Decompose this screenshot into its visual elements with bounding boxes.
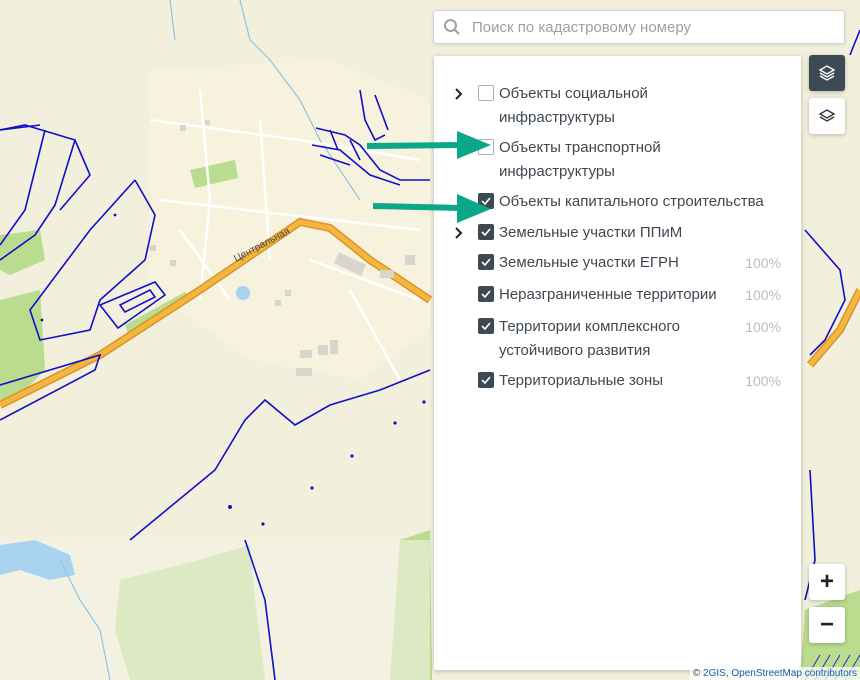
layer-checkbox[interactable]: [478, 286, 494, 302]
cadastral-search[interactable]: [433, 10, 845, 44]
layer-label: Объекты транспортной инфраструктуры: [499, 139, 661, 180]
layer-item[interactable]: Земельные участки ЕГРН 100%: [434, 251, 801, 275]
layer-item[interactable]: Объекты социальной инфраструктуры: [434, 82, 801, 130]
chevron-right-icon[interactable]: [454, 82, 478, 106]
layer-checkbox[interactable]: [478, 224, 494, 240]
layers-toggle-button[interactable]: [809, 55, 845, 91]
layer-opacity: 100%: [745, 319, 781, 335]
layer-label: Территории комплексного устойчивого разв…: [499, 318, 680, 359]
check-icon: [481, 258, 491, 266]
layer-label: Территориальные зоны: [499, 372, 664, 389]
check-icon: [481, 322, 491, 330]
attribution-link-2gis[interactable]: 2GIS: [703, 668, 726, 679]
layer-opacity: 100%: [745, 373, 781, 389]
check-icon: [481, 290, 491, 298]
layer-checkbox[interactable]: [478, 372, 494, 388]
layer-label: Земельные участки ЕГРН: [499, 254, 679, 271]
map-attribution: © 2GIS, OpenStreetMap contributors: [689, 667, 860, 680]
search-icon: [434, 10, 470, 44]
layer-checkbox[interactable]: [478, 85, 494, 101]
check-icon: [481, 228, 491, 236]
layer-label: Объекты социальной инфраструктуры: [499, 85, 648, 126]
plus-icon: +: [819, 568, 834, 595]
layers-icon: [818, 65, 836, 81]
layer-label: Объекты капитального строительства: [499, 193, 764, 210]
annotation-arrow: [372, 194, 491, 223]
layer-checkbox[interactable]: [478, 254, 494, 270]
basemap-layers-button[interactable]: [809, 98, 845, 134]
attribution-link-osm[interactable]: OpenStreetMap contributors: [731, 668, 857, 679]
layer-opacity: 100%: [745, 255, 781, 271]
layer-checkbox[interactable]: [478, 318, 494, 334]
zoom-out-button[interactable]: −: [809, 607, 845, 643]
layers-icon: [818, 109, 836, 122]
cadastral-search-input[interactable]: [470, 11, 844, 43]
check-icon: [481, 376, 491, 384]
layer-item[interactable]: Территориальные зоны 100%: [434, 369, 801, 393]
layer-item[interactable]: Территории комплексного устойчивого разв…: [434, 315, 801, 363]
layer-label: Земельные участки ППиМ: [499, 224, 683, 241]
annotation-arrow: [366, 131, 491, 159]
layer-item[interactable]: Неразграниченные территории 100%: [434, 283, 801, 307]
layer-opacity: 100%: [745, 287, 781, 303]
minus-icon: −: [819, 611, 834, 638]
zoom-in-button[interactable]: +: [809, 564, 845, 600]
layer-label: Неразграниченные территории: [499, 286, 717, 303]
